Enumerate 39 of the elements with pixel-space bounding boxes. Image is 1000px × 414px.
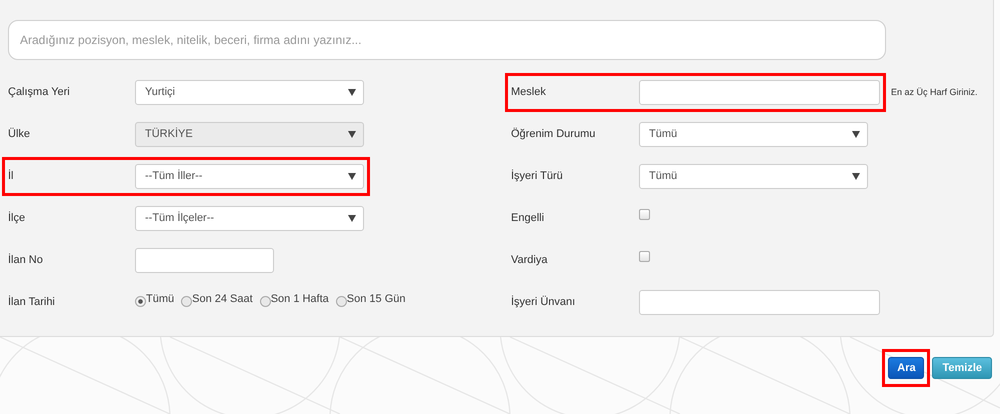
dropdown[interactable]: Yurtiçi — [135, 80, 364, 104]
field-label: İşyeri Türü — [511, 170, 564, 182]
field-label: Çalışma Yeri — [8, 86, 71, 98]
search-field[interactable]: Aradığınız pozisyon, meslek, nitelik, beceri, firma adını yazınız... — [8, 20, 886, 60]
search-button[interactable]: Ara — [888, 357, 924, 379]
input-field[interactable] — [639, 80, 880, 104]
dropdown[interactable]: --Tüm İller-- — [135, 164, 364, 188]
caret-icon — [348, 172, 356, 180]
field-label: Engelli — [511, 212, 546, 224]
field-label: İl — [8, 170, 14, 182]
checkbox[interactable] — [639, 250, 650, 262]
radio-label[interactable]: Son 24 Saat — [192, 293, 253, 305]
field-label: Ülke — [8, 128, 32, 140]
caret-icon — [852, 130, 860, 138]
field-label: Vardiya — [511, 254, 548, 266]
field-label: İlçe — [8, 212, 26, 224]
caret-icon — [348, 130, 356, 138]
dropdown[interactable]: Tümü — [639, 122, 868, 146]
radio-label[interactable]: Son 1 Hafta — [270, 293, 329, 305]
caret-icon — [852, 172, 860, 180]
radio-button[interactable] — [336, 296, 347, 306]
radio-label[interactable]: Son 15 Gün — [346, 293, 406, 305]
radio-label[interactable]: Tümü — [146, 293, 174, 305]
radio-button[interactable] — [181, 296, 192, 306]
radio-button[interactable] — [260, 296, 271, 306]
caret-icon — [348, 88, 356, 96]
field-label: İlan Tarihi — [8, 296, 56, 308]
field-label: Meslek — [511, 86, 547, 98]
caret-icon — [348, 214, 356, 222]
radio-button[interactable] — [135, 296, 146, 306]
input-field[interactable] — [135, 248, 274, 272]
dropdown[interactable]: --Tüm İlçeler-- — [135, 206, 364, 230]
field-label: İlan No — [8, 254, 44, 266]
input-field[interactable] — [639, 290, 880, 314]
hint-text: En az Üç Harf Giriniz. — [891, 87, 978, 97]
dropdown[interactable]: Tümü — [639, 164, 868, 188]
checkbox[interactable] — [639, 208, 650, 220]
field-label: İşyeri Ünvanı — [511, 296, 576, 308]
field-label: Öğrenim Durumu — [511, 128, 596, 140]
